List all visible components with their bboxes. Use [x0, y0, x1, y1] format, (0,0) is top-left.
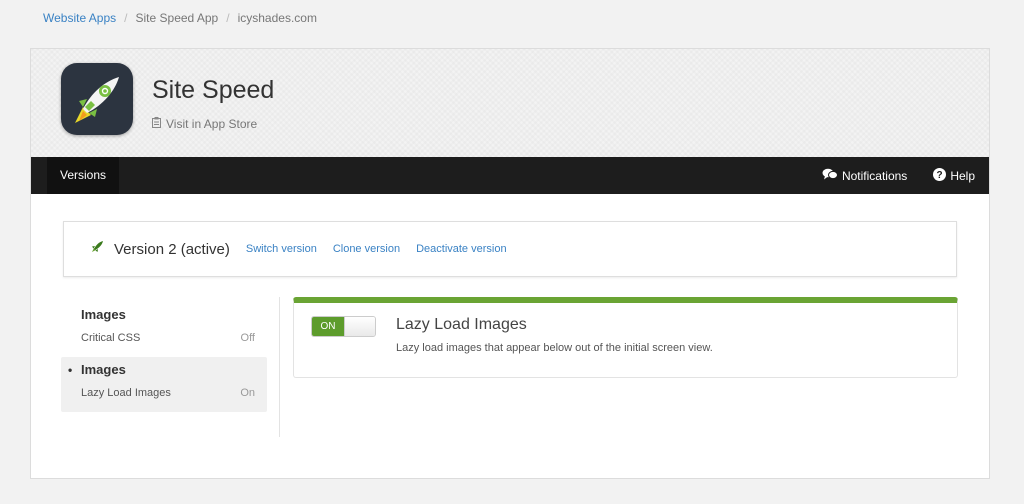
tab-versions[interactable]: Versions [47, 157, 120, 194]
feature-description: Lazy load images that appear below out o… [396, 342, 713, 354]
rocket-icon [61, 63, 133, 135]
clipboard-icon [152, 117, 161, 131]
help-button[interactable]: ? Help [933, 167, 975, 184]
nav-right: Notifications ? Help [822, 157, 975, 194]
sidebar-group-critical-css[interactable]: Images Critical CSS Off [61, 299, 267, 344]
svg-text:?: ? [937, 170, 943, 181]
breadcrumb-website-apps[interactable]: Website Apps [43, 11, 116, 25]
sidebar-group-lazy-load[interactable]: • Images Lazy Load Images On [61, 357, 267, 412]
breadcrumb-site-speed-app[interactable]: Site Speed App [136, 11, 219, 25]
sidebar-group-heading-label: Images [81, 362, 126, 377]
app-title: Site Speed [152, 76, 275, 104]
breadcrumb-separator: / [124, 11, 128, 25]
version-title: Version 2 (active) [114, 240, 230, 258]
version-box: Version 2 (active) Switch version Clone … [63, 221, 957, 277]
sidebar-item-label: Lazy Load Images [81, 387, 171, 399]
rocket-small-icon [90, 240, 104, 259]
clone-version-link[interactable]: Clone version [333, 243, 400, 255]
app-header: Site Speed Visit in App Store [31, 49, 989, 157]
store-link-label: Visit in App Store [166, 117, 258, 131]
feature-title: Lazy Load Images [396, 316, 527, 333]
active-bullet-icon: • [68, 362, 73, 377]
help-label: Help [950, 168, 975, 183]
toggle-on-label: ON [312, 317, 344, 336]
store-link[interactable]: Visit in App Store [152, 117, 257, 131]
deactivate-version-link[interactable]: Deactivate version [416, 243, 507, 255]
sidebar-item-status: Off [240, 332, 255, 344]
notifications-label: Notifications [841, 168, 908, 183]
sidebar-group-heading: Images [81, 307, 126, 322]
sidebar-divider [279, 297, 280, 437]
switch-version-link[interactable]: Switch version [246, 243, 317, 255]
sidebar-item-status: On [240, 387, 255, 399]
question-circle-icon: ? [933, 167, 947, 184]
chat-bubbles-icon [822, 168, 838, 183]
breadcrumb-separator: / [226, 11, 230, 25]
notifications-button[interactable]: Notifications [822, 168, 907, 183]
toggle-knob [344, 317, 375, 336]
breadcrumb: Website Apps / Site Speed App / icyshade… [43, 11, 317, 25]
app-panel: Site Speed Visit in App Store Versions N… [30, 48, 990, 479]
lazy-load-toggle[interactable]: ON [311, 316, 376, 337]
sidebar-item-lazy-load-images[interactable]: Lazy Load Images On [81, 387, 255, 399]
breadcrumb-current: icyshades.com [237, 11, 317, 25]
sidebar: Images Critical CSS Off • Images Lazy Lo… [61, 299, 267, 437]
sidebar-group-heading-active: • Images [68, 362, 255, 377]
sidebar-item-label: Critical CSS [81, 332, 141, 344]
navbar: Versions Notifications ? Help [31, 157, 989, 194]
sidebar-item-critical-css[interactable]: Critical CSS Off [81, 332, 255, 344]
feature-card: ON Lazy Load Images Lazy load images tha… [293, 297, 958, 378]
